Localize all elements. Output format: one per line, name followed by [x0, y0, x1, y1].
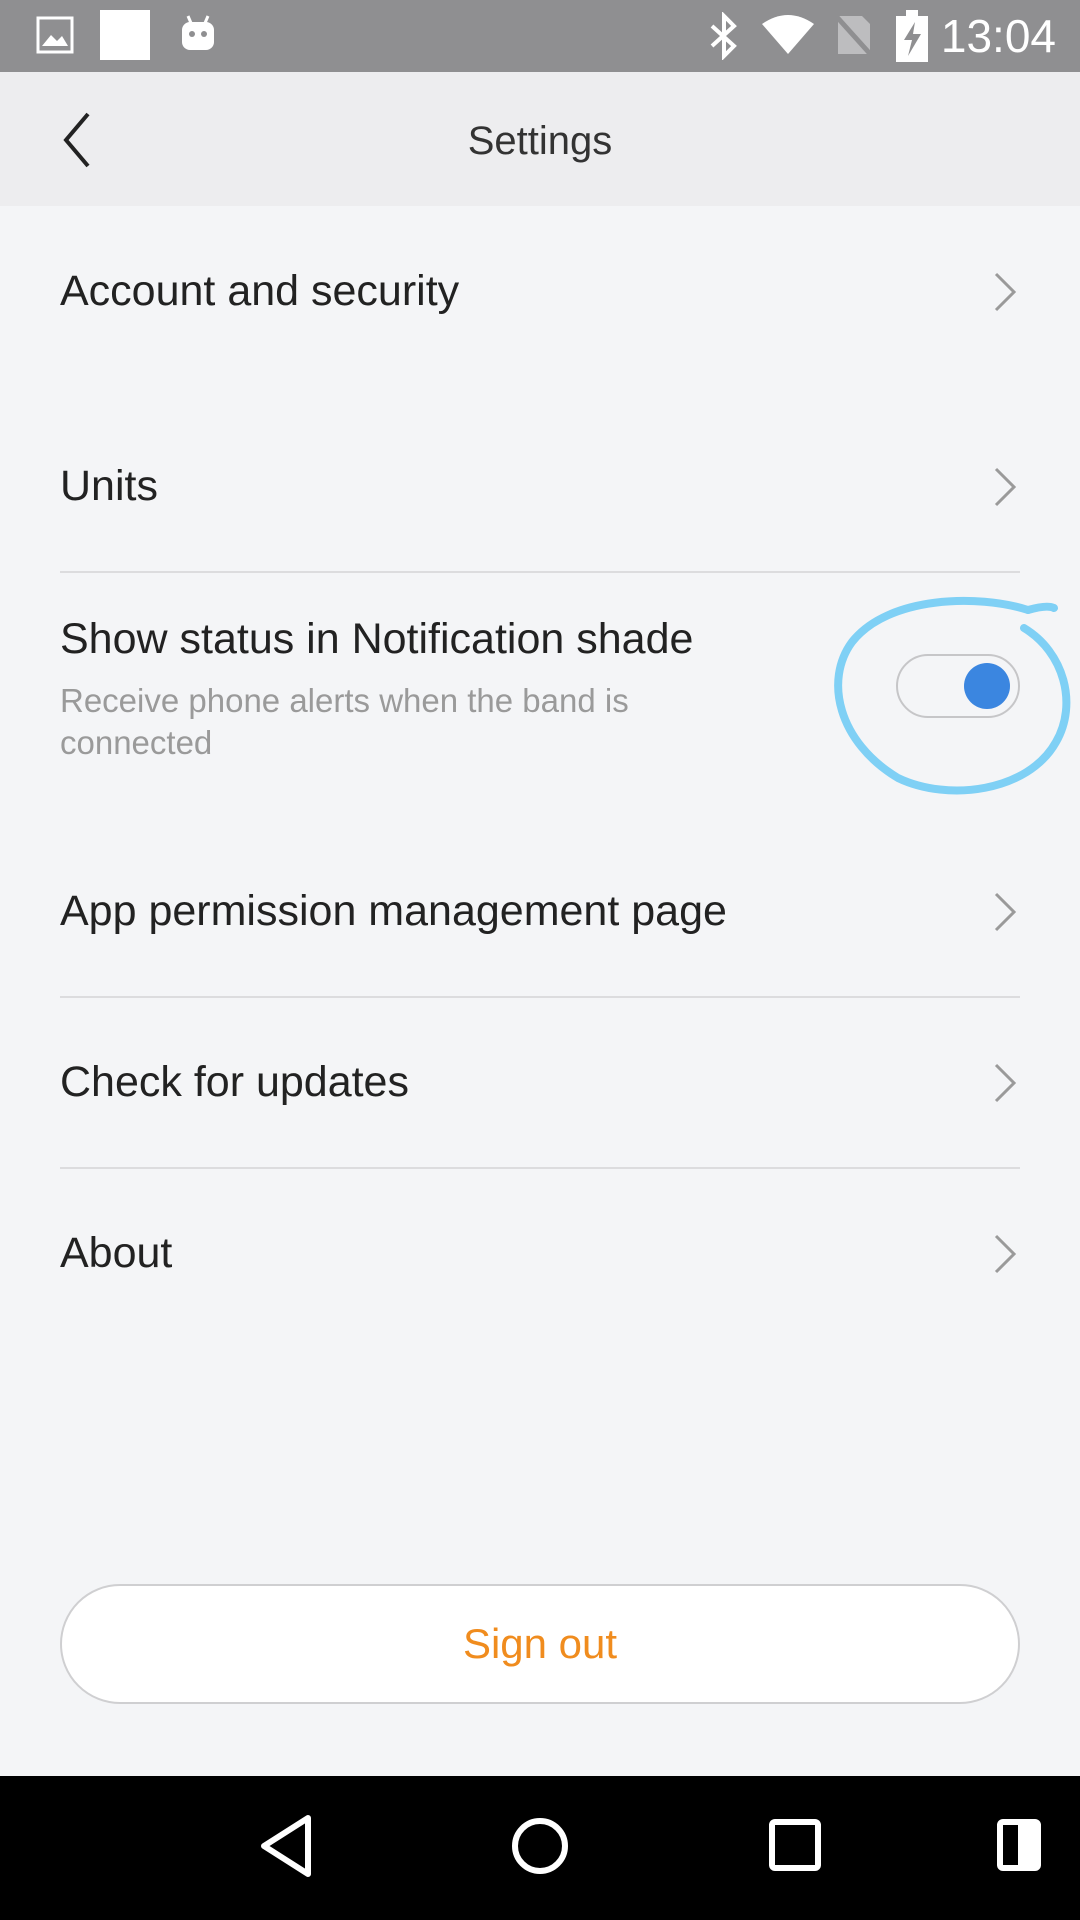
home-circle-icon[interactable] — [510, 1812, 570, 1880]
notification-shade-title: Show status in Notification shade — [60, 615, 694, 663]
sign-out-button[interactable]: Sign out — [60, 1584, 1020, 1704]
image-icon — [36, 16, 74, 54]
divider — [60, 571, 1020, 573]
chevron-right-icon — [994, 1234, 1017, 1274]
account-security-row[interactable]: Account and security — [60, 260, 1020, 324]
about-row[interactable]: About — [60, 1222, 1020, 1286]
app-permission-row[interactable]: App permission management page — [60, 880, 1020, 944]
bluetooth-icon — [710, 12, 737, 60]
divider — [60, 1167, 1020, 1169]
split-screen-icon[interactable] — [996, 1812, 1044, 1880]
no-sim-icon — [834, 14, 874, 58]
status-bar: 13:04 — [0, 0, 1080, 72]
notification-shade-subtitle: Receive phone alerts when the band is co… — [60, 682, 629, 761]
account-security-label: Account and security — [60, 267, 460, 315]
wifi-icon — [762, 15, 814, 54]
android-icon — [182, 15, 214, 50]
white-square-icon — [100, 10, 150, 60]
chevron-right-icon — [994, 467, 1017, 507]
app-permission-label: App permission management page — [60, 887, 727, 935]
clock-time: 13:04 — [940, 10, 1056, 62]
chevron-right-icon — [994, 272, 1017, 312]
app-header: Settings — [0, 72, 1080, 206]
page-title: Settings — [467, 119, 613, 163]
chevron-right-icon — [994, 1063, 1017, 1103]
battery-charging-icon — [896, 10, 928, 62]
units-label: Units — [60, 462, 158, 510]
chevron-right-icon — [994, 892, 1017, 932]
navigation-bar — [0, 1776, 1080, 1920]
annotation-circle — [834, 596, 1071, 795]
units-row[interactable]: Units — [60, 455, 1020, 519]
back-triangle-icon[interactable] — [258, 1812, 314, 1880]
about-label: About — [60, 1229, 173, 1277]
check-updates-label: Check for updates — [60, 1058, 409, 1106]
recents-square-icon[interactable] — [768, 1812, 822, 1880]
check-updates-row[interactable]: Check for updates — [60, 1051, 1020, 1115]
divider — [60, 996, 1020, 998]
